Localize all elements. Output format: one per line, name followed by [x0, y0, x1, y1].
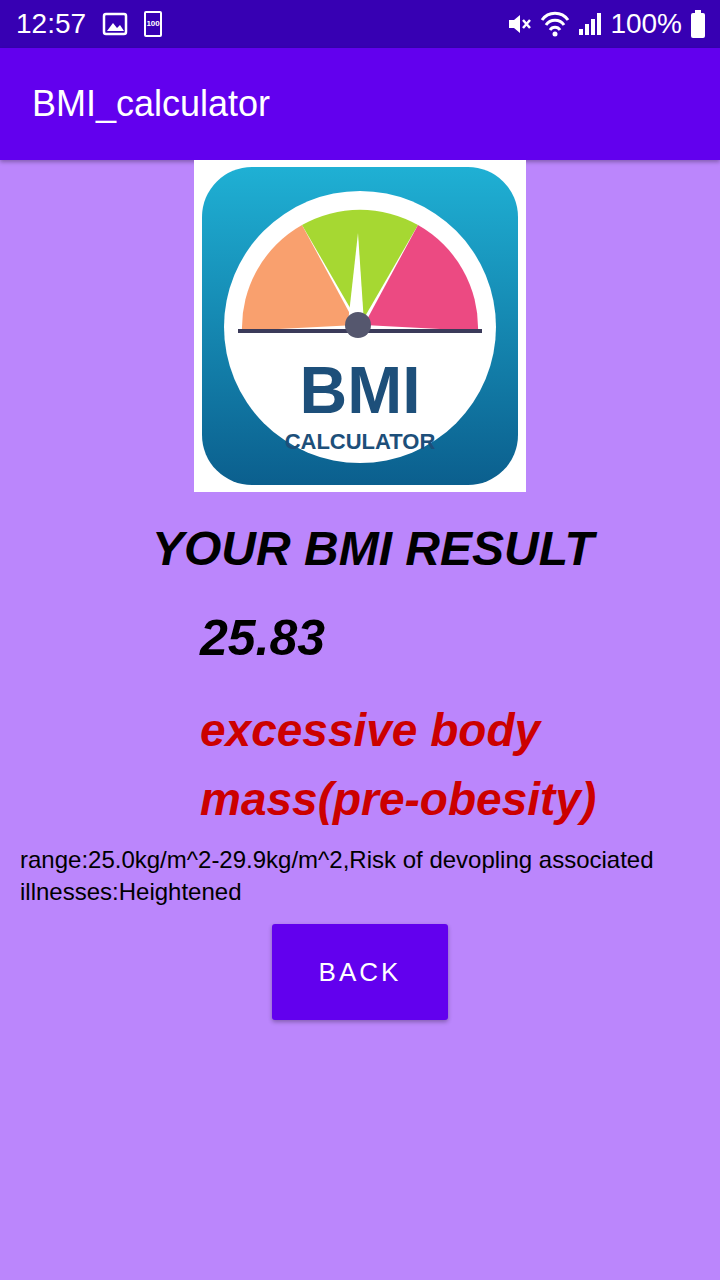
logo-row: BMICALCULATOR: [0, 160, 720, 492]
app-title: BMI_calculator: [32, 82, 270, 125]
app-bar: BMI_calculator: [0, 48, 720, 160]
battery-icon: [690, 10, 706, 38]
status-bar: 12:57 100 100%: [0, 0, 720, 48]
logo-subtitle: CALCULATOR: [285, 429, 436, 454]
status-left: 12:57 100: [16, 10, 162, 38]
logo-image: BMICALCULATOR: [194, 160, 526, 492]
wifi-icon: [540, 11, 570, 37]
bmi-category: excessive body mass(pre-obesity): [0, 696, 720, 834]
battery-notification-label: 100: [146, 20, 159, 28]
bmi-value: 25.83: [0, 608, 720, 668]
status-time: 12:57: [16, 10, 86, 38]
button-row: BACK: [0, 924, 720, 1020]
result-heading: YOUR BMI RESULT: [0, 520, 720, 578]
status-right: 100%: [506, 10, 706, 38]
mute-icon: [506, 11, 532, 37]
signal-icon: [578, 11, 602, 37]
gallery-icon: [102, 11, 128, 37]
battery-percent: 100%: [610, 10, 682, 38]
back-button[interactable]: BACK: [272, 924, 448, 1020]
bmi-gauge-icon: BMICALCULATOR: [198, 163, 522, 489]
logo-title: BMI: [300, 353, 421, 427]
battery-notification-icon: 100: [144, 11, 162, 37]
bmi-description: range:25.0kg/m^2-29.9kg/m^2,Risk of devo…: [0, 844, 720, 909]
